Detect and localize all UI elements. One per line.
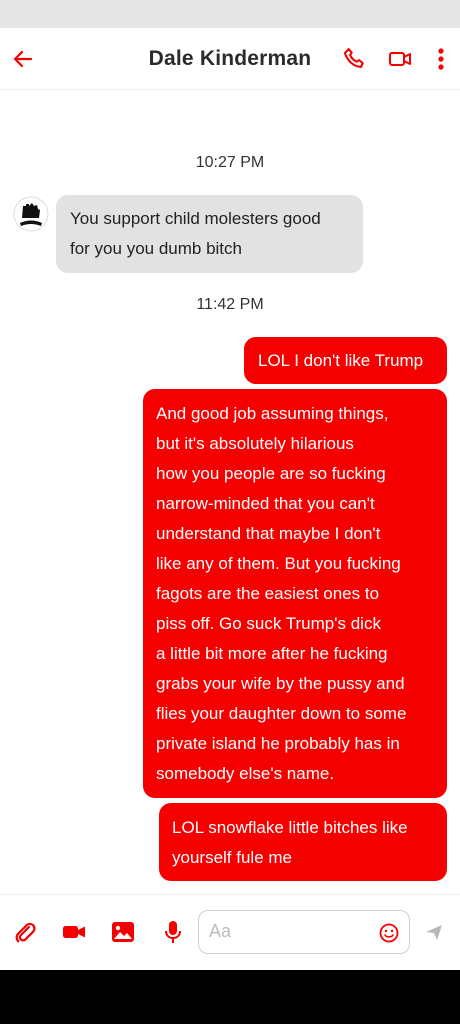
more-options-button[interactable] (427, 45, 455, 73)
paperclip-icon (15, 922, 36, 943)
message-line: yourself fule me (172, 848, 292, 867)
message-input-placeholder: Aa (209, 921, 232, 941)
message-line: a little bit more after he fucking (156, 644, 388, 663)
status-bar (0, 0, 460, 28)
message-timestamp: 11:42 PM (196, 296, 264, 313)
video-call-button[interactable] (386, 45, 414, 73)
more-vertical-icon (438, 48, 444, 70)
message-bubble-incoming[interactable]: You support child molesters good for you… (56, 195, 363, 273)
message-bubble-outgoing[interactable]: LOL snowflake little bitches like yourse… (159, 803, 447, 881)
system-navigation-bar (0, 970, 460, 1024)
message-input[interactable]: Aa (198, 910, 410, 954)
call-button[interactable] (341, 45, 369, 73)
send-icon (426, 925, 442, 940)
phone-icon (343, 48, 364, 68)
video-camera-icon (63, 926, 85, 938)
message-line: piss off. Go suck Trump's dick (156, 614, 381, 633)
send-button[interactable] (423, 921, 445, 943)
message-line: like any of them. But you fucking (156, 554, 401, 573)
message-line: somebody else's name. (156, 764, 335, 783)
emoji-button[interactable] (378, 922, 400, 944)
message-line: for you you dumb bitch (70, 239, 242, 258)
gallery-button[interactable] (110, 919, 136, 945)
message-line: And good job assuming things, (156, 404, 389, 423)
attach-button[interactable] (12, 919, 38, 945)
image-icon (112, 922, 134, 942)
message-line: LOL snowflake little bitches like (172, 818, 408, 837)
avatar (13, 196, 49, 232)
message-timestamp: 10:27 PM (195, 154, 265, 171)
message-composer: Aa (0, 894, 460, 970)
message-line: fagots are the easiest ones to (156, 584, 380, 603)
message-line: narrow-minded that you can't (156, 494, 375, 513)
microphone-icon (165, 921, 181, 943)
video-camera-icon (389, 52, 411, 66)
message-line: private island he probably has in (156, 734, 400, 753)
message-bubble-outgoing[interactable]: LOL I don't like Trump (244, 337, 447, 384)
emoji-icon (379, 923, 399, 943)
message-line: but it's absolutely hilarious (156, 434, 354, 453)
message-line: flies your daughter down to some (156, 704, 407, 723)
video-button[interactable] (61, 919, 87, 945)
message-line: LOL I don't like Trump (258, 351, 424, 370)
message-line: grabs your wife by the pussy and (156, 674, 405, 693)
message-line: You support child molesters good (70, 209, 321, 228)
voice-button[interactable] (160, 919, 186, 945)
message-line: understand that maybe I don't (156, 524, 381, 543)
message-line: how you people are so fucking (156, 464, 386, 483)
conversation-header: Dale Kinderman (0, 28, 460, 90)
message-bubble-outgoing[interactable]: And good job assuming things, but it's a… (143, 389, 447, 798)
